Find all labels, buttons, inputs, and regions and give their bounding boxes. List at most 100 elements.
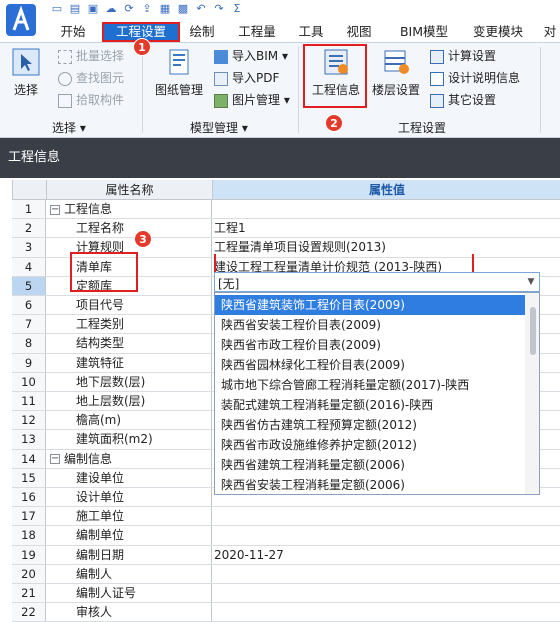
batch-select-label: 批量选择	[76, 49, 125, 63]
grid-row[interactable]: 19 编制日期 2020-11-27	[12, 545, 560, 565]
collapse-icon[interactable]: −	[50, 454, 60, 465]
dropdown-option[interactable]: 陕西省市政设施维修养护定额(2012)	[215, 435, 525, 455]
property-name-cell: 编制日期	[46, 545, 212, 564]
tab-overflow[interactable]: 对	[540, 22, 560, 42]
property-name: 审核人	[76, 605, 113, 620]
export-icon[interactable]: ⇪	[140, 2, 154, 16]
dropdown-option[interactable]: 陕西省园林绿化工程价目表(2009)	[215, 355, 525, 375]
tab-home[interactable]: 开始	[52, 22, 94, 42]
grid-row[interactable]: 20 编制人	[12, 564, 560, 584]
drawing-management-button[interactable]: 图纸管理	[152, 47, 206, 98]
property-name-cell: − 工程信息	[46, 200, 212, 219]
calc-settings-button[interactable]: 计算设置	[430, 47, 496, 66]
tab-tools[interactable]: 工具	[294, 22, 328, 42]
highlight-library-rows	[70, 252, 138, 292]
grid-row[interactable]: 21 编制人证号	[12, 584, 560, 604]
tab-bim-model[interactable]: BIM模型	[392, 22, 456, 42]
grid-row[interactable]: 2 工程名称 工程1	[12, 219, 560, 239]
model-group-label[interactable]: 模型管理 ▾	[190, 119, 248, 136]
property-value-cell[interactable]	[214, 565, 558, 583]
grid-row[interactable]: 22 审核人	[12, 603, 560, 622]
chevron-down-icon[interactable]: ▼	[523, 273, 539, 291]
property-name-cell: 项目代号	[46, 296, 212, 315]
property-value-cell[interactable]	[214, 603, 558, 621]
new-file-icon[interactable]: ▭	[50, 2, 64, 16]
floor-settings-button[interactable]: 楼层设置	[370, 47, 422, 98]
image-management-button[interactable]: 图片管理 ▾	[214, 91, 290, 110]
dropdown-option[interactable]: 陕西省建筑工程消耗量定额(2006)	[215, 455, 525, 475]
property-value-cell[interactable]	[214, 507, 558, 525]
dropdown-option[interactable]: 装配式建筑工程消耗量定额(2016)-陕西	[215, 395, 525, 415]
row-number: 5	[12, 276, 46, 295]
floor-settings-label: 楼层设置	[371, 83, 420, 97]
property-value-cell[interactable]: 工程1	[214, 219, 558, 237]
property-name-cell: 编制人证号	[46, 584, 212, 603]
other-settings-label: 其它设置	[448, 93, 497, 107]
dropdown-option[interactable]: 陕西省市政工程价目表(2009)	[215, 335, 525, 355]
property-name: 工程类别	[76, 317, 125, 332]
property-name-cell: 编制人	[46, 564, 212, 583]
property-value-cell[interactable]	[214, 526, 558, 544]
property-name: 工程名称	[76, 221, 125, 236]
pick-component-button[interactable]: 拾取构件	[58, 91, 124, 110]
select-button[interactable]: 选择	[8, 47, 44, 98]
row-number: 22	[12, 603, 46, 622]
tab-draw[interactable]: 绘制	[184, 22, 220, 42]
import-bim-button[interactable]: 导入BIM ▾	[214, 47, 288, 66]
image-icon	[214, 93, 228, 108]
grid-header-index	[13, 180, 47, 200]
design-notes-button[interactable]: 设计说明信息	[430, 69, 520, 88]
sync-icon[interactable]: ⟳	[122, 2, 136, 16]
dropdown-option[interactable]: 陕西省安装工程价目表(2009)	[215, 315, 525, 335]
other-settings-button[interactable]: 其它设置	[430, 91, 496, 110]
row-number: 3	[12, 238, 46, 257]
grid-row[interactable]: 17 施工单位	[12, 507, 560, 527]
row-number: 20	[12, 564, 46, 583]
batch-select-button[interactable]: 批量选择	[58, 47, 124, 66]
property-name: 编制单位	[76, 528, 125, 543]
import-pdf-button[interactable]: 导入PDF	[214, 69, 279, 88]
other-settings-icon	[430, 93, 444, 108]
grid-group-row[interactable]: 1− 工程信息	[12, 200, 560, 220]
calculator-icon[interactable]: ▩	[176, 2, 190, 16]
property-name-cell: 结构类型	[46, 334, 212, 353]
dropdown-option[interactable]: 城市地下综合管廊工程消耗量定额(2017)-陕西	[215, 375, 525, 395]
ribbon-divider	[540, 47, 541, 133]
cloud-icon[interactable]: ☁	[104, 2, 118, 16]
row-number: 18	[12, 526, 46, 545]
scrollbar-thumb[interactable]	[530, 307, 536, 355]
property-name-cell: 建筑面积(m2)	[46, 430, 212, 449]
property-name: 编制日期	[76, 547, 125, 562]
tab-view[interactable]: 视图	[342, 22, 376, 42]
property-value-cell[interactable]	[214, 200, 558, 218]
property-name: 地上层数(层)	[76, 394, 146, 408]
row-number: 16	[12, 488, 46, 507]
select-group-label[interactable]: 选择 ▾	[52, 119, 86, 136]
property-name-cell: 施工单位	[46, 507, 212, 526]
quota-library-combobox[interactable]: [无] ▼	[214, 272, 540, 292]
save-icon[interactable]: ▣	[86, 2, 100, 16]
collapse-icon[interactable]: −	[50, 204, 60, 215]
sum-icon[interactable]: Σ	[230, 2, 244, 16]
open-folder-icon[interactable]: ▤	[68, 2, 82, 16]
dropdown-option[interactable]: 陕西省仿古建筑工程预算定额(2012)	[215, 415, 525, 435]
find-element-button[interactable]: 查找图元	[58, 69, 124, 88]
drawing-sheets-icon	[169, 49, 189, 75]
grid-row[interactable]: 18 编制单位	[12, 526, 560, 546]
grid-header-name: 属性名称	[47, 180, 213, 200]
property-value-cell[interactable]: 2020-11-27	[214, 546, 558, 564]
property-name-cell: 工程类别	[46, 315, 212, 334]
undo-icon[interactable]: ↶	[194, 2, 208, 16]
redo-icon[interactable]: ↷	[212, 2, 226, 16]
property-value-cell[interactable]	[214, 584, 558, 602]
property-name: 工程信息	[64, 202, 113, 216]
tab-quantity[interactable]: 工程量	[232, 22, 282, 42]
row-number: 10	[12, 372, 46, 391]
tab-change-module[interactable]: 变更模块	[470, 22, 526, 42]
dropdown-option[interactable]: 陕西省建筑装饰工程价目表(2009)	[215, 295, 525, 315]
report-icon[interactable]: ▦	[158, 2, 172, 16]
dropdown-option[interactable]: 陕西省安装工程消耗量定额(2006)	[215, 475, 525, 494]
row-number: 14	[12, 449, 46, 468]
dropdown-scrollbar[interactable]	[525, 293, 539, 494]
drawing-management-label: 图纸管理	[154, 83, 203, 97]
